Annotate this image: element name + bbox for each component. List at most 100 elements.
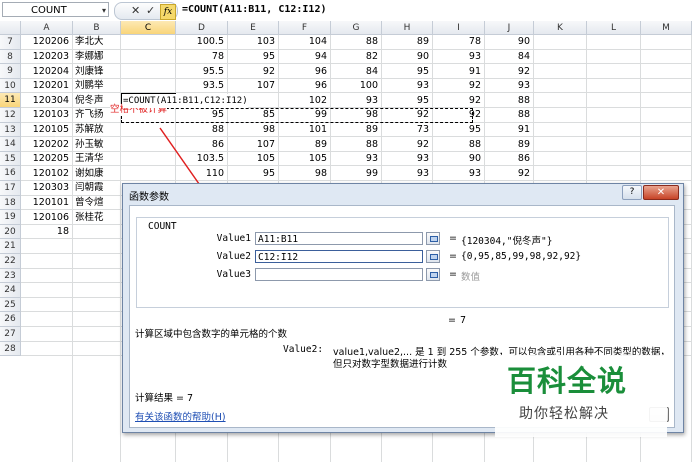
row-header-19[interactable]: 19 xyxy=(0,210,21,225)
column-header-g[interactable]: G xyxy=(331,21,382,35)
column-header-l[interactable]: L xyxy=(587,21,641,35)
cell-e14[interactable]: 107 xyxy=(228,138,275,152)
cell-g15[interactable]: 93 xyxy=(331,152,378,166)
column-header-f[interactable]: F xyxy=(279,21,331,35)
cell-j9[interactable]: 92 xyxy=(485,65,530,79)
cell-e7[interactable]: 103 xyxy=(228,35,275,49)
cell-j7[interactable]: 90 xyxy=(485,35,530,49)
cell-b16[interactable]: 谢如康 xyxy=(75,167,104,181)
cell-g11[interactable]: 93 xyxy=(331,94,378,108)
column-header-m[interactable]: M xyxy=(641,21,692,35)
cell-a7[interactable]: 120206 xyxy=(21,35,69,49)
cell-a14[interactable]: 120202 xyxy=(21,138,69,152)
value2-input[interactable]: C12:I12 xyxy=(255,250,423,263)
cell-f14[interactable]: 89 xyxy=(279,138,327,152)
row-header-22[interactable]: 22 xyxy=(0,254,21,269)
cell-d9[interactable]: 95.5 xyxy=(176,65,224,79)
cell-b12[interactable]: 齐飞扬 xyxy=(75,108,104,122)
row-header-23[interactable]: 23 xyxy=(0,268,21,284)
cell-e13[interactable]: 98 xyxy=(228,123,275,137)
help-icon[interactable]: ? xyxy=(622,185,642,200)
cell-b17[interactable]: 闫朝霞 xyxy=(75,181,104,195)
cell-g13[interactable]: 89 xyxy=(331,123,378,137)
value1-input[interactable]: A11:B11 xyxy=(255,232,423,245)
cell-d15[interactable]: 103.5 xyxy=(176,152,224,166)
cell-a10[interactable]: 120201 xyxy=(21,79,69,93)
row-header-20[interactable]: 20 xyxy=(0,224,21,240)
column-header-c[interactable]: C xyxy=(121,21,176,35)
cell-h10[interactable]: 93 xyxy=(382,79,429,93)
row-header-17[interactable]: 17 xyxy=(0,181,21,196)
help-link[interactable]: 有关该函数的帮助(H) xyxy=(135,409,226,423)
collapse-dialog-icon[interactable] xyxy=(426,268,440,281)
cell-j8[interactable]: 84 xyxy=(485,50,530,64)
cell-e16[interactable]: 95 xyxy=(228,167,275,181)
cell-a12[interactable]: 120103 xyxy=(21,108,69,122)
cell-h8[interactable]: 90 xyxy=(382,50,429,64)
cell-b10[interactable]: 刘鹏举 xyxy=(75,79,104,93)
cell-e8[interactable]: 95 xyxy=(228,50,275,64)
column-header-d[interactable]: D xyxy=(176,21,228,35)
cell-b8[interactable]: 李娜娜 xyxy=(75,50,104,64)
cell-i15[interactable]: 90 xyxy=(433,152,481,166)
cell-a16[interactable]: 120102 xyxy=(21,167,69,181)
cell-j11[interactable]: 88 xyxy=(485,94,530,108)
cell-j12[interactable]: 88 xyxy=(485,108,530,122)
cell-a13[interactable]: 120105 xyxy=(21,123,69,137)
row-header-15[interactable]: 15 xyxy=(0,151,21,167)
cell-f13[interactable]: 101 xyxy=(279,123,327,137)
cell-j15[interactable]: 86 xyxy=(485,152,530,166)
row-header-21[interactable]: 21 xyxy=(0,239,21,254)
cell-c11[interactable]: =COUNT(A11:B11,C12:I12) xyxy=(123,93,248,108)
row-header-18[interactable]: 18 xyxy=(0,195,21,211)
cell-d10[interactable]: 93.5 xyxy=(176,79,224,93)
select-all-corner[interactable] xyxy=(0,21,21,35)
row-header-7[interactable]: 7 xyxy=(0,35,21,50)
row-header-11[interactable]: 11 xyxy=(0,93,21,108)
cell-i13[interactable]: 95 xyxy=(433,123,481,137)
column-header-h[interactable]: H xyxy=(382,21,433,35)
column-header-i[interactable]: I xyxy=(433,21,485,35)
collapse-dialog-icon[interactable] xyxy=(426,250,440,263)
cell-b7[interactable]: 李北大 xyxy=(75,35,104,49)
value3-input[interactable] xyxy=(255,268,423,281)
cell-f8[interactable]: 94 xyxy=(279,50,327,64)
cell-b15[interactable]: 王清华 xyxy=(75,152,104,166)
formula-input[interactable]: =COUNT(A11:B11, C12:I12) xyxy=(182,2,327,18)
row-header-28[interactable]: 28 xyxy=(0,341,21,357)
cell-d7[interactable]: 100.5 xyxy=(176,35,224,49)
cell-j14[interactable]: 89 xyxy=(485,138,530,152)
cell-j10[interactable]: 93 xyxy=(485,79,530,93)
cell-a19[interactable]: 120106 xyxy=(21,211,69,225)
column-header-k[interactable]: K xyxy=(534,21,587,35)
cell-d13[interactable]: 88 xyxy=(176,123,224,137)
cell-d14[interactable]: 86 xyxy=(176,138,224,152)
cell-i9[interactable]: 91 xyxy=(433,65,481,79)
name-box[interactable]: COUNT ▾ xyxy=(2,2,109,17)
row-header-25[interactable]: 25 xyxy=(0,297,21,313)
cell-h14[interactable]: 92 xyxy=(382,138,429,152)
row-header-16[interactable]: 16 xyxy=(0,166,21,181)
cell-a9[interactable]: 120204 xyxy=(21,65,69,79)
cell-b18[interactable]: 曾令煊 xyxy=(75,196,104,210)
cell-i8[interactable]: 93 xyxy=(433,50,481,64)
cell-h11[interactable]: 95 xyxy=(382,94,429,108)
row-header-14[interactable]: 14 xyxy=(0,137,21,152)
row-header-27[interactable]: 27 xyxy=(0,327,21,342)
cell-a8[interactable]: 120203 xyxy=(21,50,69,64)
cell-h7[interactable]: 89 xyxy=(382,35,429,49)
cell-h16[interactable]: 93 xyxy=(382,167,429,181)
row-header-8[interactable]: 8 xyxy=(0,49,21,65)
row-header-12[interactable]: 12 xyxy=(0,108,21,123)
cell-g14[interactable]: 88 xyxy=(331,138,378,152)
cell-g7[interactable]: 88 xyxy=(331,35,378,49)
cell-g10[interactable]: 100 xyxy=(331,79,378,93)
cell-j16[interactable]: 92 xyxy=(485,167,530,181)
cell-i10[interactable]: 92 xyxy=(433,79,481,93)
cell-b9[interactable]: 刘康锋 xyxy=(75,65,104,79)
cell-g8[interactable]: 82 xyxy=(331,50,378,64)
close-icon[interactable]: ✕ xyxy=(643,185,679,200)
cell-h13[interactable]: 73 xyxy=(382,123,429,137)
cell-h15[interactable]: 93 xyxy=(382,152,429,166)
cell-e10[interactable]: 107 xyxy=(228,79,275,93)
